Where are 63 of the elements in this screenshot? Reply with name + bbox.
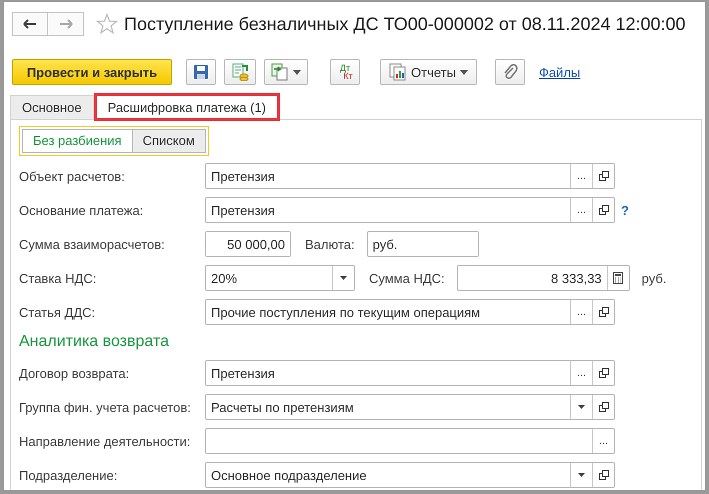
input-field[interactable]: 20%: [205, 265, 355, 291]
post-and-close-button[interactable]: Провести и закрыть: [12, 59, 172, 85]
paperclip-icon: [502, 63, 518, 81]
split-mode-option[interactable]: Списком: [132, 129, 206, 153]
back-button[interactable]: [12, 12, 48, 36]
input-field[interactable]: Претензия ...: [205, 197, 615, 223]
tab[interactable]: Расшифровка платежа (1): [96, 95, 278, 119]
caret-icon: [293, 70, 301, 74]
section-heading: Аналитика возврата: [19, 333, 170, 351]
caret-icon: [460, 70, 468, 74]
save-button[interactable]: [186, 59, 216, 85]
caret-icon: [578, 473, 585, 477]
input-field[interactable]: 50 000,00: [205, 231, 291, 257]
open-windows-icon: [598, 470, 608, 480]
input-field[interactable]: Претензия ...: [205, 163, 615, 189]
create-based-on-button[interactable]: [264, 59, 308, 85]
split-mode-option[interactable]: Без разбиения: [22, 129, 133, 153]
choice-button[interactable]: ...: [592, 429, 614, 453]
attach-file-button[interactable]: [494, 59, 525, 85]
choice-button[interactable]: ...: [570, 300, 592, 324]
field-label: Группа фин. учета расчетов:: [19, 400, 192, 414]
input-field[interactable]: 8 333,33: [456, 265, 630, 291]
choice-button[interactable]: ...: [570, 361, 592, 385]
caret-icon: [578, 405, 585, 409]
forward-arrow-icon: [58, 19, 72, 29]
tab[interactable]: Основное: [10, 95, 94, 119]
star-icon[interactable]: [96, 13, 118, 35]
open-windows-icon: [598, 171, 608, 181]
field-label: Сумма НДС:: [369, 270, 445, 286]
debit-credit-button[interactable]: Дт Кт: [330, 59, 360, 85]
open-windows-icon: [598, 205, 608, 215]
field-label: Подразделение:: [19, 468, 118, 482]
files-link[interactable]: Файлы: [538, 64, 580, 80]
open-windows-icon: [598, 368, 608, 378]
currency-label: руб.: [642, 270, 666, 286]
field-label: Сумма взаиморасчетов:: [19, 236, 166, 252]
open-windows-icon: [598, 402, 608, 412]
document-coins-icon: [232, 64, 248, 81]
field-label: Объект расчетов:: [19, 168, 126, 184]
input-field[interactable]: Претензия ...: [205, 360, 615, 386]
caret-icon: [340, 276, 347, 280]
help-button[interactable]: ?: [621, 202, 629, 218]
field-label: Основание платежа:: [19, 202, 144, 218]
post-button[interactable]: [224, 59, 256, 85]
input-field[interactable]: Основное подразделение: [205, 462, 615, 488]
field-label: Направление деятельности:: [19, 434, 192, 448]
input-field[interactable]: Расчеты по претензиям: [205, 394, 615, 420]
calculator-icon: [613, 272, 624, 284]
open-windows-icon: [598, 307, 608, 317]
input-field[interactable]: Прочие поступления по текущим операциям ...: [205, 299, 615, 325]
back-arrow-icon: [23, 19, 37, 29]
choice-button[interactable]: ...: [570, 164, 592, 188]
field-label: Ставка НДС:: [19, 270, 98, 286]
input-field[interactable]: ...: [205, 428, 615, 454]
field-label: Валюта:: [305, 236, 355, 252]
field-label: Договор возврата:: [19, 366, 130, 380]
input-field[interactable]: руб.: [366, 231, 479, 257]
reports-button[interactable]: Отчеты: [380, 59, 477, 85]
copy-documents-icon: [271, 63, 289, 81]
choice-button[interactable]: ...: [570, 198, 592, 222]
window-title: Поступление безналичных ДС ТО00-000002 от 08.11.2024 12:00:00: [124, 14, 686, 34]
field-label: Статья ДДС:: [19, 304, 96, 320]
report-chart-icon: [389, 63, 407, 81]
